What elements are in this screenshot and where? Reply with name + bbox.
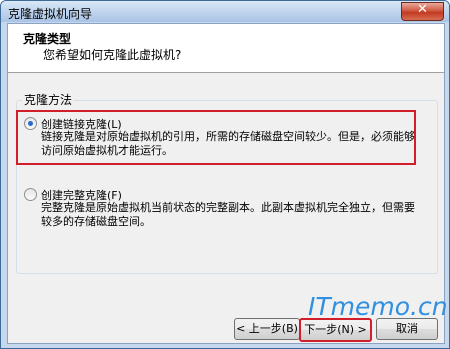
- page-title: 克隆类型: [23, 32, 72, 46]
- full-clone-description: 完整克隆是原始虚拟机当前状态的完整副本。此副本虚拟机完全独立，但需要较多的存储磁…: [41, 201, 415, 228]
- wizard-content: 克隆类型 您希望如何克隆此虚拟机? 克隆方法 创建链接克隆(L) 链接克隆是对原…: [7, 23, 448, 344]
- back-button[interactable]: < 上一步(B): [234, 318, 300, 340]
- page-subtitle: 您希望如何克隆此虚拟机?: [43, 48, 182, 62]
- watermark-text: ITmemo.cn: [308, 292, 448, 321]
- next-button[interactable]: 下一步(N) >: [299, 318, 372, 342]
- close-icon: ✕: [417, 2, 428, 17]
- linked-clone-highlight: [16, 110, 416, 165]
- wizard-header: 克隆类型 您希望如何克隆此虚拟机?: [8, 24, 444, 73]
- cancel-button[interactable]: 取消: [376, 318, 438, 340]
- title-bar[interactable]: 克隆虚拟机向导 ✕: [1, 1, 449, 22]
- clone-method-label: 克隆方法: [22, 91, 75, 108]
- full-clone-radio[interactable]: [24, 188, 37, 201]
- close-button[interactable]: ✕: [401, 2, 444, 21]
- clone-wizard-window: 克隆虚拟机向导 ✕ 克隆类型 您希望如何克隆此虚拟机? 克隆方法 创建链接克隆(…: [0, 0, 450, 349]
- window-title: 克隆虚拟机向导: [8, 7, 93, 21]
